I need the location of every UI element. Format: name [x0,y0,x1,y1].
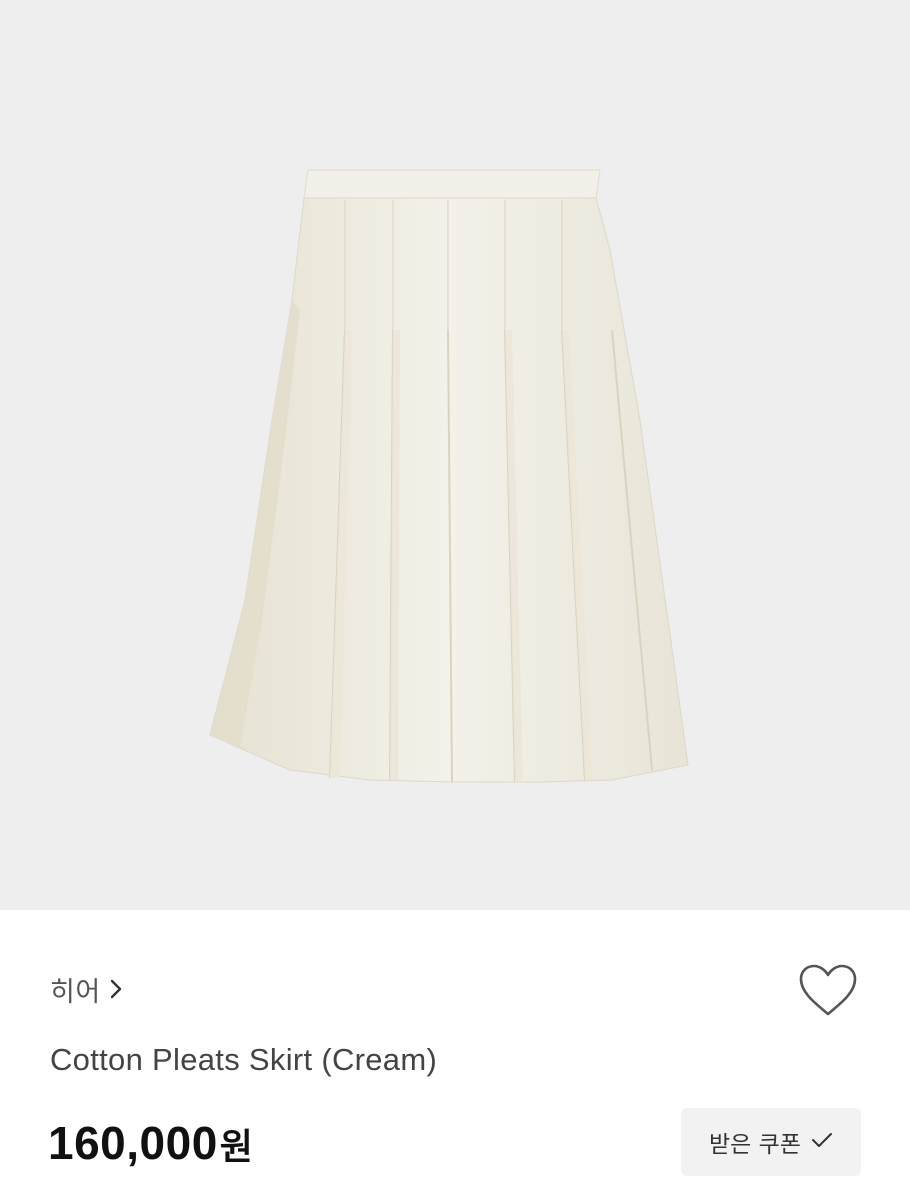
chevron-right-icon [109,978,123,1000]
price-amount: 160,000 [48,1117,218,1169]
received-coupon-button[interactable]: 받은 쿠폰 [681,1108,861,1176]
wishlist-button[interactable] [796,962,860,1022]
heart-outline-icon [797,962,859,1023]
skirt-illustration [209,169,689,783]
coupon-label: 받은 쿠폰 [709,1132,801,1158]
brand-link[interactable]: 히어 [50,972,123,1008]
product-title: Cotton Pleats Skirt (Cream) [50,1042,438,1077]
product-price: 160,000 원 [48,1116,253,1170]
brand-name: 히어 [50,976,101,1008]
price-currency: 원 [219,1127,253,1168]
product-image[interactable] [0,0,910,910]
check-icon [811,1131,833,1154]
product-info-panel: 히어 Cotton Pleats Skirt (Cream) 160,000 원… [0,910,910,1200]
